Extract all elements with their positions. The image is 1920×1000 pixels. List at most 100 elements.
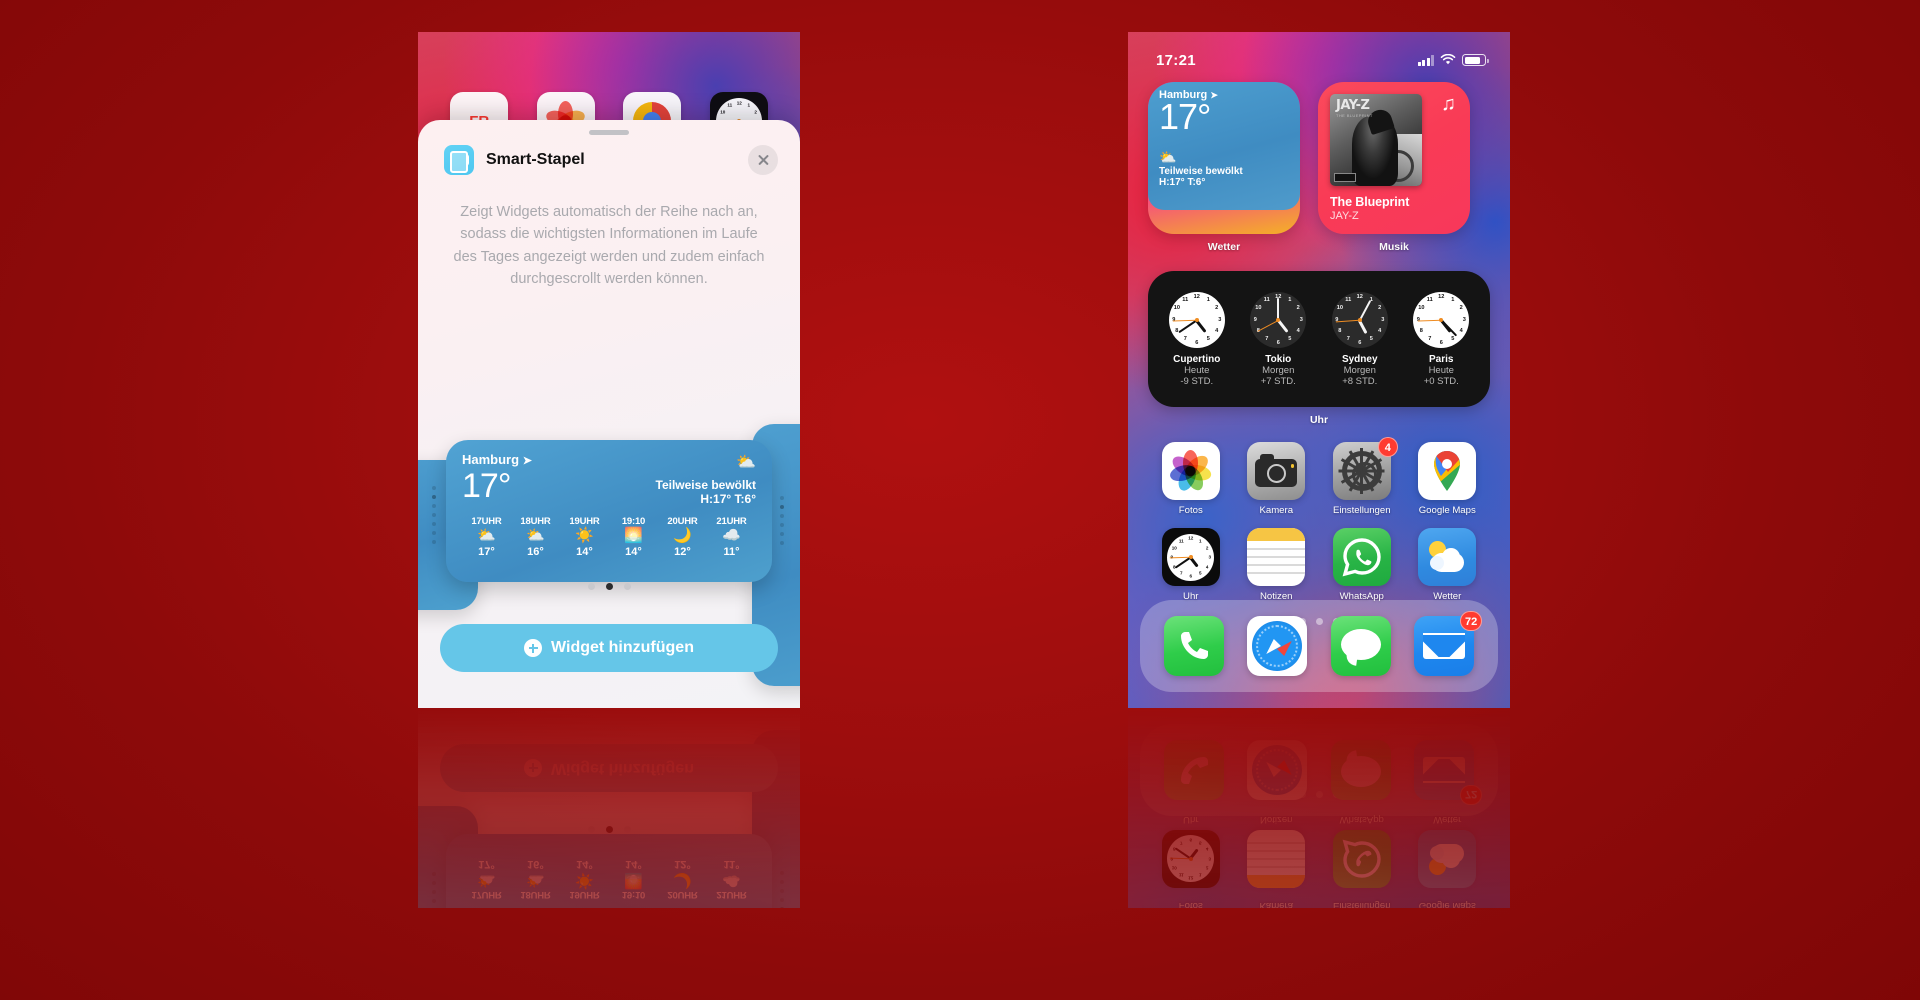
whatsapp-icon bbox=[1332, 830, 1391, 888]
widget-row: Hamburg ➤ 17° ⛅ Teilweise bewölkt H:17° … bbox=[1148, 82, 1490, 253]
app-wetter[interactable]: Wetter bbox=[1405, 814, 1491, 888]
app-label: Kamera bbox=[1259, 900, 1294, 908]
smart-stack-sheet: Smart-Stapel Zeigt Widgets automatisch d… bbox=[418, 708, 800, 908]
app-label: WhatsApp bbox=[1339, 814, 1384, 825]
add-widget-label: Widget hinzufügen bbox=[551, 760, 694, 777]
cellular-signal-icon bbox=[1417, 54, 1434, 66]
clock-face: 121234567891011 bbox=[1168, 291, 1225, 348]
widget-weather[interactable]: Hamburg ➤ 17° ⛅ Teilweise bewölkt H:17° … bbox=[1148, 82, 1300, 253]
app-kamera[interactable]: Kamera bbox=[1234, 442, 1320, 516]
clock-icon: 121234567891011 bbox=[1161, 830, 1220, 888]
hour-time: 21UHR bbox=[716, 889, 747, 900]
world-clock-cell: 121234567891011 ParisHeute+0 STD. bbox=[1404, 291, 1478, 387]
app-notizen[interactable]: Notizen bbox=[1234, 528, 1320, 602]
clock-day: Heute bbox=[1184, 364, 1210, 376]
app-wetter[interactable]: Wetter bbox=[1405, 528, 1491, 602]
app-fotos[interactable]: Fotos bbox=[1148, 900, 1234, 908]
dock-app-safari[interactable] bbox=[1247, 740, 1308, 800]
app-einstellungen[interactable]: 4 Einstellungen bbox=[1319, 900, 1405, 908]
hourly-forecast: 17UHR ⛅ 17° 18UHR ⛅ 16° 19UHR ☀️ 14° 19:10 🌅 14° 20U… bbox=[462, 516, 756, 558]
dock-app-mail[interactable]: 72 bbox=[1414, 740, 1483, 805]
home-screen: Hamburg ➤ 17° ⛅ Teilweise bewölkt H:17° … bbox=[1128, 708, 1510, 908]
dock-app-phone[interactable] bbox=[1163, 740, 1224, 800]
album-art-subtitle: THE BLUEPRINT bbox=[1336, 113, 1373, 118]
world-clock-cell: 121234567891011 CupertinoHeute-9 STD. bbox=[1160, 291, 1234, 387]
app-label: Google Maps bbox=[1418, 505, 1476, 516]
hour-temp: 16° bbox=[527, 858, 544, 871]
hour-time: 21UHR bbox=[716, 516, 747, 527]
preview-city-label: Hamburg bbox=[462, 452, 520, 467]
hourly-forecast: 17UHR ⛅ 17° 18UHR ⛅ 16° 19UHR ☀️ 14° 19:10 🌅 14° 20U… bbox=[462, 858, 756, 900]
app-label: Notizen bbox=[1259, 814, 1293, 825]
partly-cloudy-icon: ⛅ bbox=[477, 872, 496, 889]
hourly-cell: 19:10 🌅 14° bbox=[609, 516, 658, 558]
preview-card-next[interactable] bbox=[752, 730, 800, 908]
clock-day: Morgen bbox=[1262, 364, 1295, 376]
hour-temp: 11° bbox=[723, 545, 740, 558]
stack-dots-right bbox=[780, 871, 784, 908]
sheet-page-dots[interactable] bbox=[418, 583, 800, 590]
app-google-maps[interactable]: Google Maps bbox=[1405, 442, 1491, 516]
weather-widget-preview[interactable]: Hamburg ➤ 17° ⛅ Teilweise bewölkt H:17° … bbox=[446, 440, 772, 582]
app-notizen[interactable]: Notizen bbox=[1234, 814, 1320, 888]
minute-hand bbox=[1277, 297, 1280, 320]
dock-app-safari[interactable] bbox=[1247, 616, 1308, 676]
hour-temp: 12° bbox=[674, 545, 691, 558]
hour-temp: 14° bbox=[625, 858, 642, 871]
app-whatsapp[interactable]: WhatsApp bbox=[1319, 814, 1405, 888]
app-label: Uhr bbox=[1183, 814, 1199, 825]
preview-card-previous[interactable] bbox=[418, 806, 478, 908]
phone-icon bbox=[1163, 740, 1224, 800]
album-artwork: JAY-Z THE BLUEPRINT bbox=[1330, 94, 1422, 186]
hour-time: 17UHR bbox=[471, 516, 502, 527]
hourly-cell: 21UHR ☁️ 11° bbox=[707, 858, 756, 900]
add-widget-label: Widget hinzufügen bbox=[551, 639, 694, 656]
dock-app-phone[interactable] bbox=[1163, 616, 1224, 676]
clock-face: 121234567891011 bbox=[1413, 291, 1470, 348]
app-label: Google Maps bbox=[1418, 900, 1476, 908]
partly-cloudy-icon: ⛅ bbox=[477, 527, 496, 544]
status-badge: 72 bbox=[1460, 785, 1483, 805]
right-phone-reflection: 17:21 Hamburg ➤ 17° bbox=[1128, 708, 1510, 908]
hourly-cell: 20UHR 🌙 12° bbox=[658, 516, 707, 558]
hourly-cell: 21UHR ☁️ 11° bbox=[707, 516, 756, 558]
app-google-maps[interactable]: Google Maps bbox=[1405, 900, 1491, 908]
weather-icon bbox=[1418, 528, 1477, 586]
home-page-dots[interactable] bbox=[1148, 791, 1490, 798]
clock-city: Paris bbox=[1429, 353, 1454, 365]
status-badge: 72 bbox=[1460, 611, 1483, 631]
app-kamera[interactable]: Kamera bbox=[1234, 900, 1320, 908]
stack-dots-left bbox=[432, 872, 436, 908]
sheet-page-dots[interactable] bbox=[418, 826, 800, 833]
app-uhr[interactable]: 121234567891011 Uhr bbox=[1148, 528, 1234, 602]
close-icon[interactable] bbox=[748, 145, 778, 175]
app-label: Wetter bbox=[1433, 814, 1462, 825]
dock-app-mail[interactable]: 72 bbox=[1414, 611, 1483, 676]
camera-icon bbox=[1247, 442, 1306, 500]
clock-offset: +8 STD. bbox=[1342, 375, 1378, 387]
app-fotos[interactable]: Fotos bbox=[1148, 442, 1234, 516]
add-widget-button[interactable]: Widget hinzufügen bbox=[440, 624, 778, 672]
sunny-icon: ☀️ bbox=[575, 527, 594, 544]
dock-app-messages[interactable] bbox=[1330, 616, 1391, 676]
left-phone-screen: FR 121234567891011 Smart bbox=[418, 32, 800, 708]
widget-world-clock[interactable]: 121234567891011CupertinoHeute-9 STD.1212… bbox=[1148, 271, 1490, 407]
widget-music[interactable]: JAY-Z THE BLUEPRINT ♫ The Blueprint JAY-… bbox=[1318, 82, 1470, 253]
whatsapp-icon bbox=[1332, 528, 1391, 586]
app-whatsapp[interactable]: WhatsApp bbox=[1319, 528, 1405, 602]
location-arrow-icon: ➤ bbox=[522, 455, 532, 467]
hour-time: 18UHR bbox=[520, 889, 551, 900]
stack-dots-right bbox=[780, 496, 784, 545]
add-widget-button[interactable]: Widget hinzufügen bbox=[440, 744, 778, 792]
mail-icon bbox=[1414, 740, 1475, 800]
dock-app-messages[interactable] bbox=[1330, 740, 1391, 800]
right-phone-screen: 17:21 Hamburg ➤ 17° bbox=[1128, 708, 1510, 908]
wallpaper bbox=[418, 708, 800, 908]
weather-widget-preview[interactable]: Hamburg ➤ 17° ⛅ Teilweise bewölkt H:17° … bbox=[446, 834, 772, 908]
app-uhr[interactable]: 121234567891011 Uhr bbox=[1148, 814, 1234, 888]
app-label: Fotos bbox=[1178, 900, 1203, 908]
right-phone-screen: 17:21 Hamburg ➤ 17° bbox=[1128, 32, 1510, 708]
app-einstellungen[interactable]: 4 Einstellungen bbox=[1319, 437, 1405, 516]
preview-city: Hamburg ➤ bbox=[462, 452, 532, 467]
widget-preview-carousel[interactable]: Hamburg ➤ 17° ⛅ Teilweise bewölkt H:17° … bbox=[418, 730, 800, 908]
